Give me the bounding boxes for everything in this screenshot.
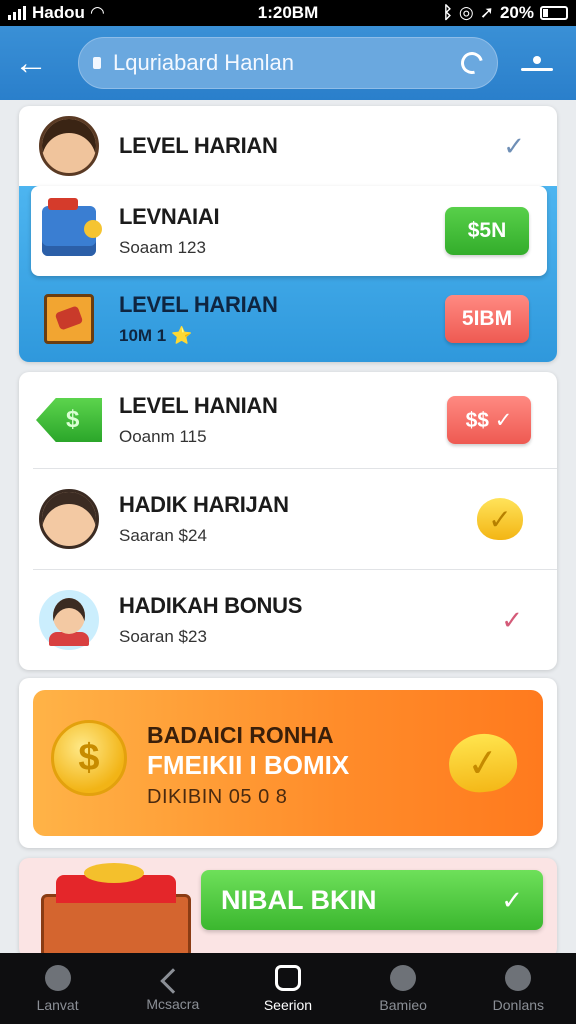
item-subtitle: Soaran $23 [119, 627, 207, 646]
lock-icon [93, 57, 101, 69]
banner-date: DIKIBIN 05 0 8 [147, 786, 288, 808]
profile-icon [390, 964, 417, 991]
carrier-name: Hadou [32, 3, 85, 22]
level-card: LEVEL HARIAN ✓ LEVNAIAI Soaam 123 $5N LE… [19, 106, 557, 362]
tab-donlans[interactable]: Donlans [468, 964, 568, 1013]
address-text: Lquriabard Hanlan [113, 50, 295, 75]
person-icon [44, 964, 71, 991]
tab-label: Mcsacra [146, 995, 200, 1012]
crate-icon [44, 294, 94, 344]
coin-icon: $ [51, 720, 127, 796]
promo-card: NIBAL BKIN ✓ [19, 858, 557, 958]
wifi-icon: ◠ [90, 3, 104, 22]
promo-button-label: NIBAL BKIN [221, 884, 377, 915]
item-title: LEVNAIAI [119, 204, 220, 229]
item-title: HADIK HARIJAN [119, 492, 289, 517]
tab-label: Bamieo [379, 996, 427, 1013]
tab-bamieo[interactable]: Bamieo [353, 964, 453, 1013]
banner-subtitle: FMEIKII I BOMIX [147, 750, 350, 780]
boy-avatar-icon [39, 489, 99, 549]
list-item[interactable]: LEVEL HARIAN 10M 1 ⭐ 5IBM [19, 276, 557, 362]
tab-lanvat[interactable]: Lanvat [8, 964, 108, 1013]
chevron-left-icon [160, 967, 186, 994]
tab-mcsacra[interactable]: Mcsacra [123, 966, 223, 1012]
banner-title: BADAICI RONHA [147, 722, 334, 748]
home-icon [274, 964, 301, 991]
item-subtitle: 10M 1 ⭐ [119, 326, 193, 345]
selected-item[interactable]: LEVNAIAI Soaam 123 $5N [31, 186, 547, 276]
bottom-tab-bar: Lanvat Mcsacra Seerion Bamieo Donlans [0, 953, 576, 1024]
item-title: LEVEL HARIAN [119, 133, 278, 158]
item-title: LEVEL HARIAN [119, 292, 278, 317]
item-subtitle: Soaam 123 [119, 238, 206, 257]
check-icon[interactable]: ✓ [503, 131, 525, 162]
rewards-card: $ LEVEL HANIAN Ooanm 115 $$ ✓ HADIK HARI… [19, 372, 557, 670]
girl-avatar-icon [39, 116, 99, 176]
menu-icon[interactable] [520, 55, 554, 71]
promo-button[interactable]: NIBAL BKIN ✓ [201, 870, 543, 930]
reward-button[interactable]: 5IBM [445, 295, 529, 343]
list-item[interactable]: HADIK HARIJAN Saaran $24 ✓ [19, 469, 557, 569]
list-item[interactable]: $ LEVEL HANIAN Ooanm 115 $$ ✓ [19, 372, 557, 468]
item-subtitle: Saaran $24 [119, 526, 207, 545]
status-right: ᛒ ◎ ➚ 20% [443, 3, 568, 23]
reward-button[interactable]: $5N [445, 207, 529, 255]
gold-check-icon[interactable]: ✓ [446, 730, 520, 796]
money-icon: $ [36, 398, 102, 442]
battery-percent: 20% [499, 3, 534, 22]
treasure-chest-icon [41, 863, 191, 958]
item-title: LEVEL HANIAN [119, 393, 278, 418]
battery-icon [540, 6, 568, 20]
tab-seerion[interactable]: Seerion [238, 964, 338, 1013]
item-subtitle: Ooanm 115 [119, 427, 207, 446]
check-icon: ✓ [501, 884, 523, 915]
location-icon: ➚ [479, 3, 494, 22]
status-left: Hadou ◠ [8, 3, 104, 23]
top-app-bar: ← Lquriabard Hanlan [0, 26, 576, 100]
boy-avatar-icon [39, 590, 99, 650]
bonus-banner[interactable]: $ BADAICI RONHA FMEIKII I BOMIX DIKIBIN … [33, 690, 543, 836]
list-item[interactable]: HADIKAH BONUS Soaran $23 ✓ [19, 570, 557, 670]
tab-label: Seerion [263, 996, 313, 1013]
list-item[interactable]: LEVEL HARIAN ✓ [19, 106, 557, 186]
tab-label: Lanvat [36, 996, 79, 1013]
address-bar[interactable]: Lquriabard Hanlan [78, 37, 498, 89]
gift-box-icon [42, 198, 102, 256]
bluetooth-icon: ᛒ [442, 3, 453, 22]
clock: 1:20BM [257, 3, 319, 22]
check-icon[interactable]: ✓ [501, 605, 523, 636]
user-icon [505, 964, 532, 991]
refresh-icon[interactable] [456, 47, 488, 79]
signal-icon [8, 6, 26, 20]
gold-check-icon[interactable]: ✓ [477, 498, 523, 540]
tab-label: Donlans [492, 996, 545, 1013]
item-title: HADIKAH BONUS [119, 593, 303, 618]
back-arrow-icon[interactable]: ← [14, 46, 58, 80]
status-bar: Hadou ◠ 1:20BM ᛒ ◎ ➚ 20% [0, 0, 576, 26]
alarm-icon: ◎ [458, 3, 474, 22]
reward-button[interactable]: $$ ✓ [447, 396, 531, 444]
bonus-card: $ BADAICI RONHA FMEIKII I BOMIX DIKIBIN … [19, 678, 557, 848]
